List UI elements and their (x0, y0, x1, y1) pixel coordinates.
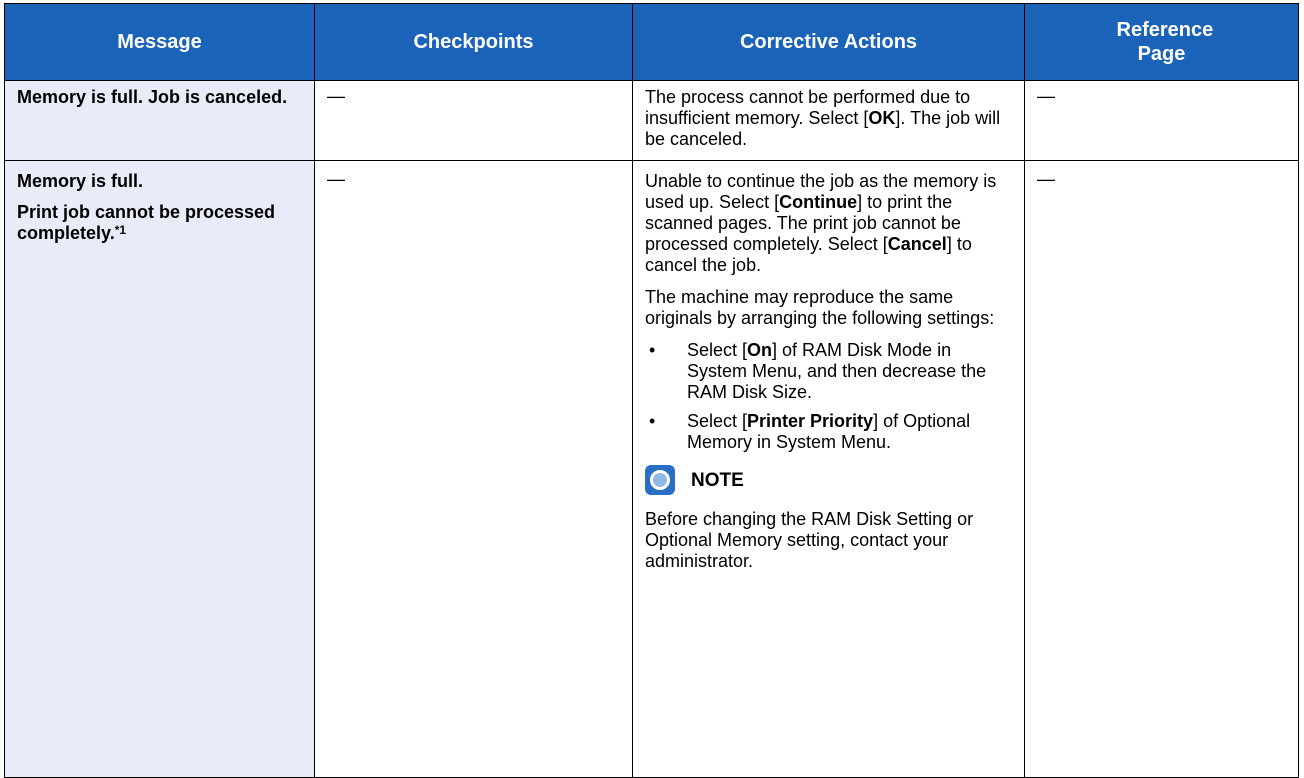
reference-cell: — (1024, 80, 1299, 161)
reference-dash: — (1037, 169, 1055, 189)
note-header: NOTE (645, 465, 1012, 495)
header-reference-page: Reference Page (1024, 3, 1299, 81)
bullet-text-part: Select [ (687, 340, 748, 360)
corrective-keyword: OK (868, 108, 896, 128)
corrective-actions-cell: The process cannot be performed due to i… (632, 80, 1025, 161)
header-checkpoints: Checkpoints (314, 3, 633, 81)
corrective-keyword: Continue (779, 192, 858, 212)
lightbulb-icon (645, 465, 675, 495)
message-cell: Memory is full. Print job cannot be proc… (4, 160, 315, 778)
message-text: Memory is full. (17, 171, 144, 191)
checkpoints-dash: — (327, 169, 345, 189)
checkpoints-cell: — (314, 160, 633, 778)
note-title: NOTE (691, 469, 744, 491)
message-cell: Memory is full. Job is canceled. (4, 80, 315, 161)
reference-dash: — (1037, 86, 1055, 106)
corrective-paragraph: The machine may reproduce the same origi… (645, 287, 995, 328)
header-message: Message (4, 3, 315, 81)
corrective-paragraph: Unable to continue the job as the memory… (645, 171, 1012, 276)
header-reference-text: Reference Page (1116, 19, 1214, 65)
checkpoints-dash: — (327, 86, 345, 106)
bullet-keyword: On (747, 340, 773, 360)
bullet-item: • Select [Printer Priority] of Optional … (645, 411, 1012, 453)
bullet-symbol: • (649, 340, 656, 360)
bullet-text-part: Select [ (687, 411, 748, 431)
bullet-symbol: • (649, 411, 656, 431)
header-row: Message Checkpoints Corrective Actions R… (4, 3, 1299, 81)
table-row: Memory is full. Job is canceled. — The p… (4, 80, 1299, 161)
message-text-line2: Print job cannot be processed completely… (17, 202, 276, 243)
message-text: Memory is full. Job is canceled. (17, 87, 288, 107)
corrective-actions-cell: Unable to continue the job as the memory… (632, 160, 1025, 778)
footnote-marker: *1 (114, 223, 127, 237)
bullet-keyword: Printer Priority (747, 411, 874, 431)
corrective-keyword: Cancel (887, 234, 947, 254)
bullet-item: • Select [On] of RAM Disk Mode in System… (645, 340, 1012, 403)
note-text: Before changing the RAM Disk Setting or … (645, 509, 974, 571)
message-text: Print job cannot be processed completely… (17, 202, 302, 244)
reference-cell: — (1024, 160, 1299, 778)
checkpoints-cell: — (314, 80, 633, 161)
header-corrective-actions: Corrective Actions (632, 3, 1025, 81)
error-message-table: Message Checkpoints Corrective Actions R… (4, 3, 1299, 778)
bullet-text: Select [Printer Priority] of Optional Me… (687, 411, 1012, 453)
table-row: Memory is full. Print job cannot be proc… (4, 160, 1299, 778)
bullet-text: Select [On] of RAM Disk Mode in System M… (687, 340, 1012, 403)
